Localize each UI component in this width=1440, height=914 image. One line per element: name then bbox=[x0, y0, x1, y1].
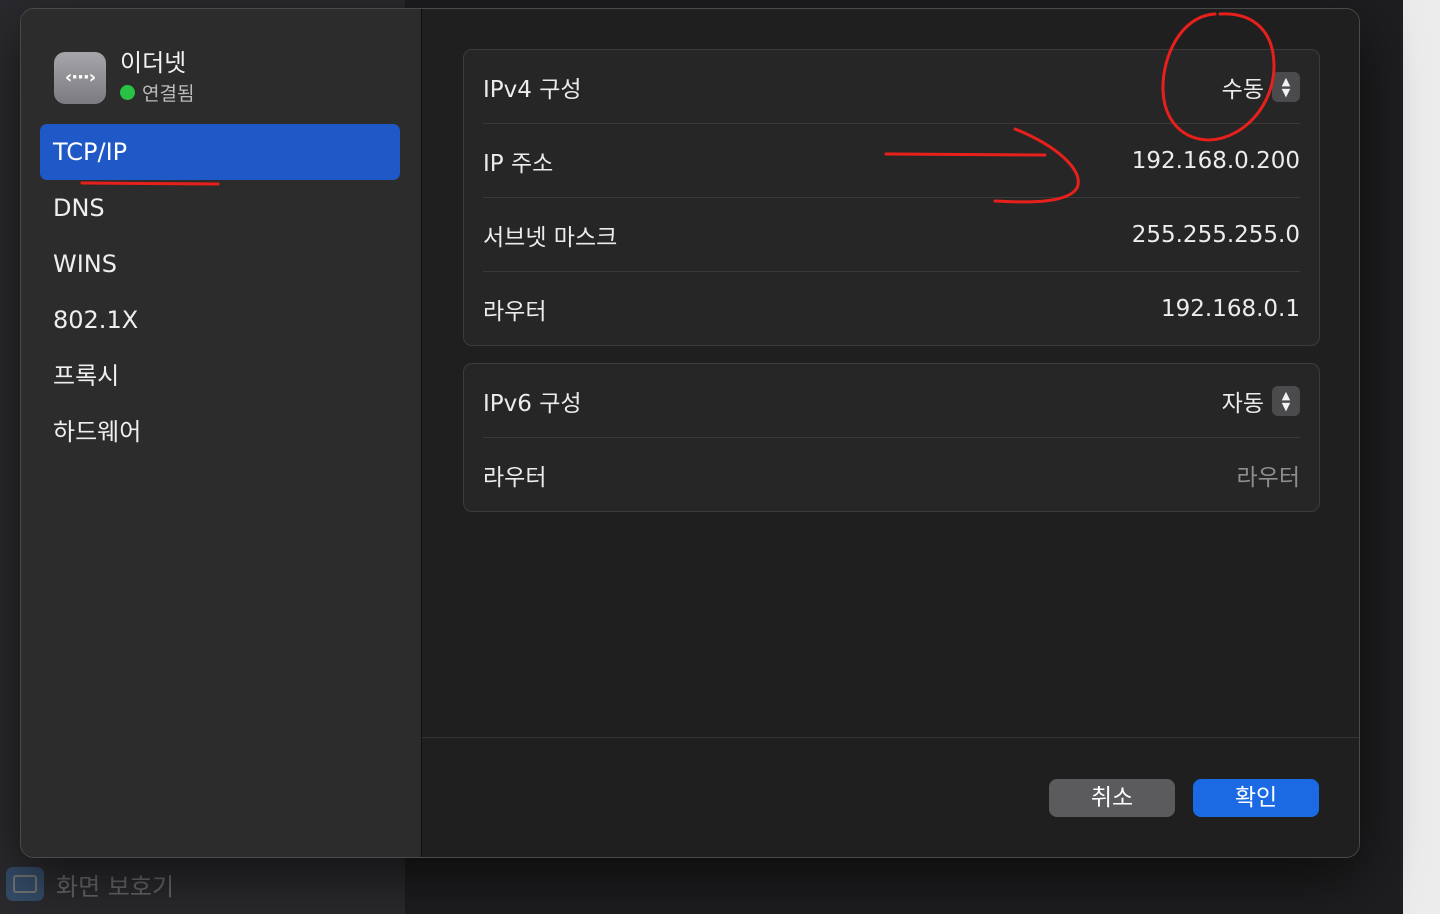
nav-item-8021x[interactable]: 802.1X bbox=[40, 292, 400, 348]
ipv6-config-label: IPv6 구성 bbox=[483, 390, 582, 417]
background-window-edge bbox=[1403, 0, 1440, 914]
sheet-nav: TCP/IP DNS WINS 802.1X 프록시 하드웨어 bbox=[40, 124, 400, 460]
background-sidebar-item-screensaver: 화면 보호기 bbox=[6, 864, 174, 904]
ip-address-field[interactable]: 192.168.0.200 bbox=[1132, 148, 1300, 174]
connected-dot-icon bbox=[120, 85, 135, 100]
ip-address-row: IP 주소 192.168.0.200 bbox=[483, 124, 1300, 198]
ip-address-label: IP 주소 bbox=[483, 150, 554, 177]
footer-divider bbox=[422, 737, 1359, 738]
ipv4-router-label: 라우터 bbox=[483, 298, 547, 325]
ipv4-config-popup[interactable]: 수동 ▲ ▼ bbox=[1222, 70, 1300, 104]
interface-header: ‹···› 이더넷 연결됨 bbox=[54, 49, 194, 106]
nav-item-proxy[interactable]: 프록시 bbox=[40, 348, 400, 404]
subnet-mask-field[interactable]: 255.255.255.0 bbox=[1132, 222, 1300, 248]
screensaver-icon bbox=[6, 867, 44, 901]
subnet-mask-label: 서브넷 마스크 bbox=[483, 224, 618, 251]
subnet-mask-row: 서브넷 마스크 255.255.255.0 bbox=[483, 198, 1300, 272]
ipv6-group: IPv6 구성 자동 ▲ ▼ 라우터 라우터 bbox=[463, 363, 1320, 512]
interface-title: 이더넷 bbox=[120, 49, 187, 77]
ipv6-config-popup[interactable]: 자동 ▲ ▼ bbox=[1222, 384, 1300, 418]
cancel-button[interactable]: 취소 bbox=[1049, 779, 1175, 817]
ipv6-router-row: 라우터 라우터 bbox=[483, 438, 1300, 511]
ipv4-config-label: IPv4 구성 bbox=[483, 76, 582, 103]
updown-chevron-icon: ▲ ▼ bbox=[1272, 71, 1300, 102]
ipv6-router-field[interactable]: 라우터 bbox=[1237, 458, 1300, 492]
updown-chevron-icon: ▲ ▼ bbox=[1272, 385, 1300, 416]
screensaver-label: 화면 보호기 bbox=[56, 872, 175, 901]
ipv4-group: IPv4 구성 수동 ▲ ▼ IP 주소 192.168.0.200 서브넷 마스… bbox=[463, 49, 1320, 346]
nav-item-dns[interactable]: DNS bbox=[40, 180, 400, 236]
nav-item-hardware[interactable]: 하드웨어 bbox=[40, 404, 400, 460]
ipv4-config-value: 수동 bbox=[1221, 76, 1264, 103]
sheet-sidebar: ‹···› 이더넷 연결됨 TCP/IP DNS WINS 802.1X 프록시… bbox=[21, 9, 422, 857]
ipv6-config-row: IPv6 구성 자동 ▲ ▼ bbox=[483, 364, 1300, 438]
interface-status-text: 연결됨 bbox=[142, 83, 195, 105]
ipv6-config-value: 자동 bbox=[1221, 390, 1264, 417]
ipv4-config-row: IPv4 구성 수동 ▲ ▼ bbox=[483, 50, 1300, 124]
ipv6-router-label: 라우터 bbox=[483, 464, 547, 491]
ok-button[interactable]: 확인 bbox=[1193, 779, 1319, 817]
nav-item-wins[interactable]: WINS bbox=[40, 236, 400, 292]
ipv4-router-field[interactable]: 192.168.0.1 bbox=[1161, 296, 1300, 322]
sheet-content: IPv4 구성 수동 ▲ ▼ IP 주소 192.168.0.200 서브넷 마스… bbox=[422, 9, 1359, 857]
ethernet-details-sheet: ‹···› 이더넷 연결됨 TCP/IP DNS WINS 802.1X 프록시… bbox=[20, 8, 1360, 858]
nav-item-tcpip[interactable]: TCP/IP bbox=[40, 124, 400, 180]
ethernet-icon: ‹···› bbox=[54, 51, 106, 104]
interface-status: 연결됨 bbox=[120, 79, 194, 106]
ipv4-router-row: 라우터 192.168.0.1 bbox=[483, 272, 1300, 345]
